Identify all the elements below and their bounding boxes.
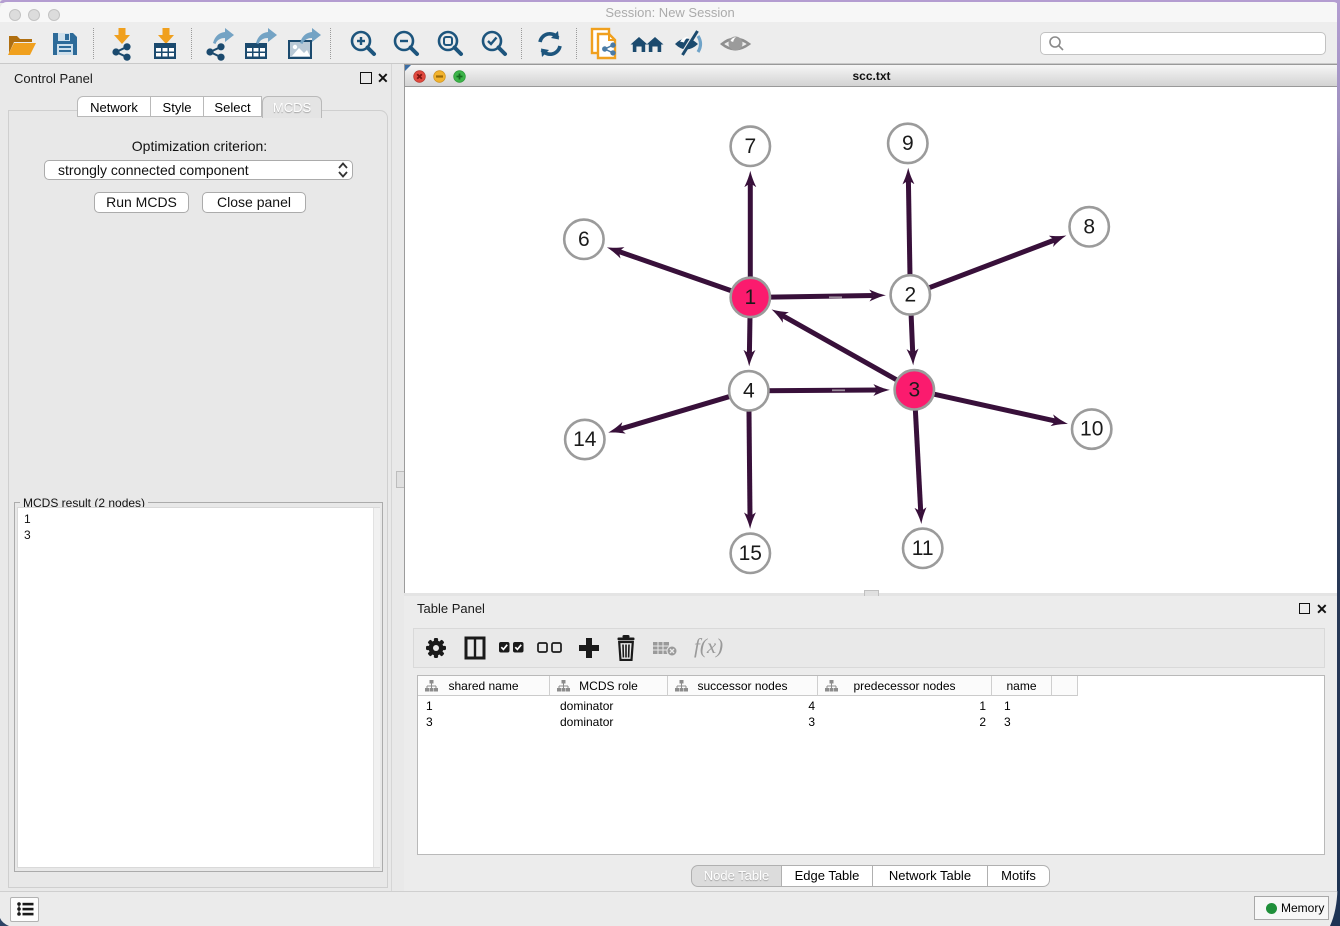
svg-text:15: 15 bbox=[739, 542, 762, 565]
svg-text:1: 1 bbox=[744, 286, 756, 309]
svg-text:9: 9 bbox=[902, 132, 914, 155]
svg-text:3: 3 bbox=[908, 378, 920, 401]
svg-text:10: 10 bbox=[1080, 418, 1103, 441]
svg-text:6: 6 bbox=[578, 228, 590, 251]
svg-text:14: 14 bbox=[573, 428, 597, 451]
svg-text:2: 2 bbox=[904, 283, 916, 306]
svg-text:11: 11 bbox=[912, 537, 934, 560]
svg-text:4: 4 bbox=[743, 379, 755, 402]
svg-text:7: 7 bbox=[744, 135, 756, 158]
svg-text:8: 8 bbox=[1083, 215, 1095, 238]
